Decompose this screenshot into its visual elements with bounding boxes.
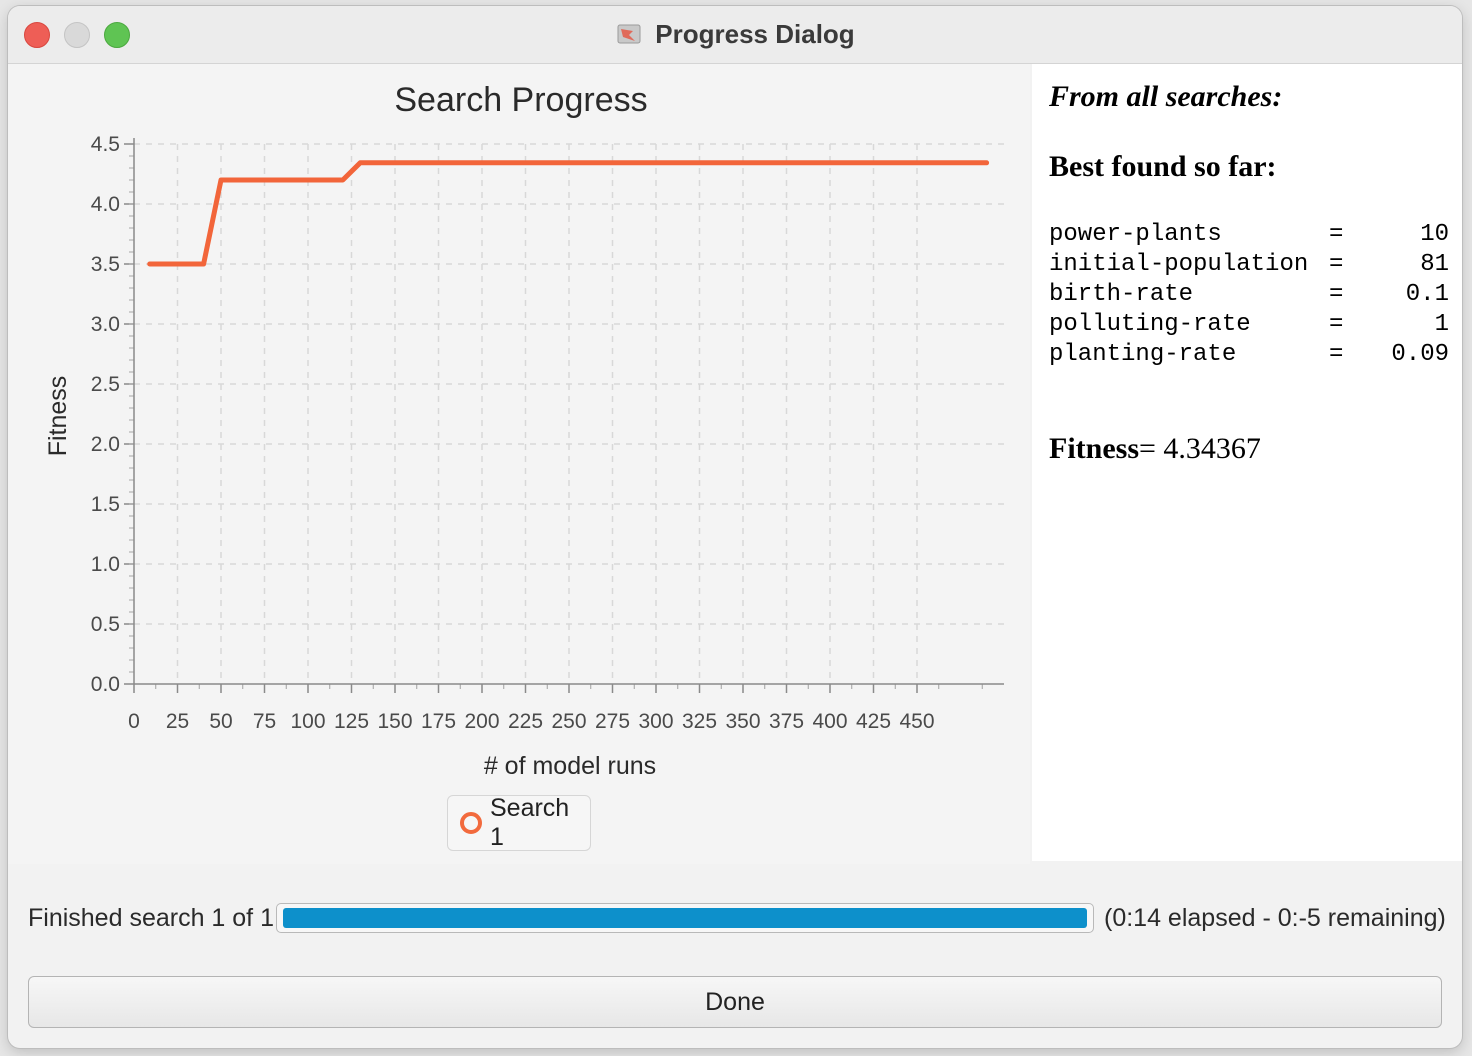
progress-dialog-window: Progress Dialog 0 25 50 75 100 125 150 175 200 22… bbox=[8, 6, 1462, 1048]
x-tick-label: 100 bbox=[290, 710, 325, 733]
title-bar: Progress Dialog bbox=[8, 6, 1462, 64]
x-tick-label: 250 bbox=[551, 710, 586, 733]
param-equals: = bbox=[1329, 281, 1344, 308]
param-row: birth-rate = 0.1 bbox=[1049, 281, 1449, 311]
param-equals: = bbox=[1329, 251, 1344, 278]
y-tick-label: 1.5 bbox=[91, 493, 120, 516]
chart-axes: 0 25 50 75 100 125 150 175 200 225 250 275 300 325 350… bbox=[91, 133, 1004, 733]
y-tick-label: 2.5 bbox=[91, 373, 120, 396]
legend-marker-icon bbox=[460, 812, 482, 834]
x-tick-label: 225 bbox=[508, 710, 543, 733]
chart-title: Search Progress bbox=[394, 81, 647, 119]
x-tick-label: 75 bbox=[253, 710, 276, 733]
chart-svg: 0 25 50 75 100 125 150 175 200 225 250 275 300 325 350… bbox=[44, 81, 1004, 780]
done-button[interactable]: Done bbox=[28, 976, 1442, 1028]
param-value: 1 bbox=[1434, 311, 1449, 338]
legend-label: Search 1 bbox=[490, 794, 570, 851]
param-row: planting-rate = 0.09 bbox=[1049, 341, 1449, 371]
x-tick-label: 200 bbox=[464, 710, 499, 733]
x-tick-label: 425 bbox=[856, 710, 891, 733]
y-axis-label: Fitness bbox=[44, 376, 72, 457]
y-tick-label: 1.0 bbox=[91, 553, 120, 576]
x-tick-label: 400 bbox=[812, 710, 847, 733]
chart-grid bbox=[134, 143, 1004, 684]
x-tick-label: 350 bbox=[725, 710, 760, 733]
status-label: Finished search 1 of 1: bbox=[28, 904, 281, 932]
netlogo-app-icon bbox=[617, 24, 641, 43]
param-equals: = bbox=[1329, 341, 1344, 368]
x-tick-label: 0 bbox=[128, 710, 140, 733]
x-tick-label: 325 bbox=[682, 710, 717, 733]
chart-legend: Search 1 bbox=[447, 794, 591, 851]
param-row: power-plants = 10 bbox=[1049, 221, 1449, 251]
progress-bar-fill bbox=[283, 908, 1087, 928]
param-value: 10 bbox=[1420, 221, 1449, 248]
x-tick-label: 450 bbox=[899, 710, 934, 733]
window-title: Progress Dialog bbox=[655, 19, 855, 49]
y-tick-label: 3.5 bbox=[91, 253, 120, 276]
param-value: 0.1 bbox=[1405, 281, 1449, 308]
x-tick-label: 125 bbox=[334, 710, 369, 733]
param-row: polluting-rate = 1 bbox=[1049, 311, 1449, 341]
param-name: planting-rate bbox=[1049, 341, 1237, 368]
x-tick-label: 275 bbox=[595, 710, 630, 733]
search-progress-chart: 0 25 50 75 100 125 150 175 200 225 250 275 300 325 350… bbox=[8, 64, 1030, 864]
elapsed-time-text: (0:14 elapsed - 0:-5 remaining) bbox=[1104, 904, 1446, 932]
x-tick-label: 175 bbox=[421, 710, 456, 733]
x-tick-label: 150 bbox=[377, 710, 412, 733]
y-tick-label: 0.5 bbox=[91, 613, 120, 636]
param-name: birth-rate bbox=[1049, 281, 1194, 308]
param-name: initial-population bbox=[1049, 251, 1309, 278]
param-equals: = bbox=[1329, 221, 1344, 248]
window-title-group: Progress Dialog bbox=[8, 6, 1462, 63]
search-progress-bar bbox=[276, 903, 1094, 933]
param-row: initial-population = 81 bbox=[1049, 251, 1449, 281]
x-tick-label: 375 bbox=[769, 710, 804, 733]
y-tick-label: 2.0 bbox=[91, 433, 120, 456]
fitness-result: Fitness= 4.34367 bbox=[1049, 432, 1261, 466]
y-tick-label: 0.0 bbox=[91, 673, 120, 696]
y-tick-label: 4.5 bbox=[91, 133, 120, 156]
x-tick-label: 50 bbox=[209, 710, 232, 733]
info-subheading: Best found so far: bbox=[1049, 150, 1277, 183]
param-value: 81 bbox=[1420, 251, 1449, 278]
y-tick-label: 3.0 bbox=[91, 313, 120, 336]
x-tick-label: 300 bbox=[638, 710, 673, 733]
info-heading: From all searches: bbox=[1049, 80, 1283, 113]
fitness-value: = 4.34367 bbox=[1139, 432, 1261, 465]
param-name: power-plants bbox=[1049, 221, 1222, 248]
chart-series-layer bbox=[147, 160, 990, 267]
param-equals: = bbox=[1329, 311, 1344, 338]
series-line-search-1 bbox=[147, 160, 990, 267]
best-result-panel: From all searches: Best found so far: po… bbox=[1032, 64, 1462, 861]
x-axis-label: # of model runs bbox=[484, 752, 656, 780]
param-value: 0.09 bbox=[1391, 341, 1449, 368]
fitness-label: Fitness bbox=[1049, 432, 1139, 465]
param-name: polluting-rate bbox=[1049, 311, 1251, 338]
y-tick-label: 4.0 bbox=[91, 193, 120, 216]
x-tick-label: 25 bbox=[166, 710, 189, 733]
